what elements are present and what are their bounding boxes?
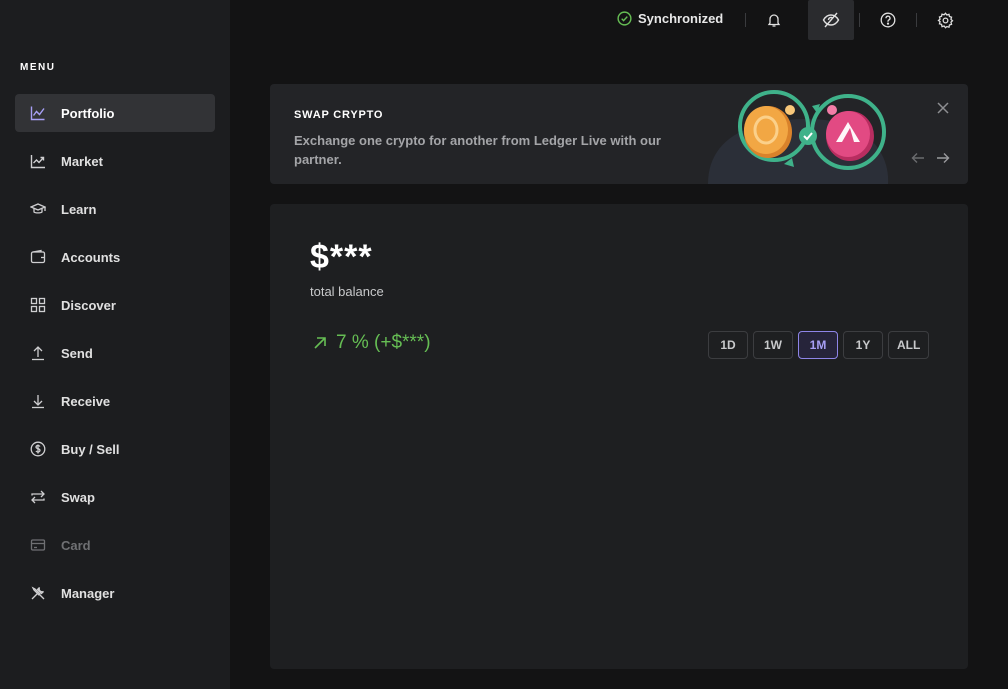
sidebar: MENU Portfolio Market Learn Accounts Dis…	[0, 0, 230, 689]
notifications-button[interactable]	[751, 0, 797, 40]
balance-change-value: 7 % (+$***)	[336, 332, 431, 353]
settings-icon	[936, 11, 953, 29]
wallet-icon	[30, 249, 46, 265]
sidebar-item-label: Accounts	[61, 249, 121, 265]
sidebar-item-send[interactable]: Send	[15, 334, 215, 372]
trend-icon	[30, 153, 46, 169]
previous-button[interactable]	[911, 151, 925, 170]
sidebar-item-card[interactable]: Card	[15, 526, 215, 564]
banner-title: SWAP CRYPTO	[294, 109, 384, 121]
sidebar-item-label: Learn	[61, 201, 97, 217]
range-selector: 1D 1W 1M 1Y ALL	[708, 331, 934, 359]
sidebar-item-label: Buy / Sell	[61, 441, 120, 457]
check-circle-icon	[617, 11, 632, 26]
settings-button[interactable]	[922, 0, 968, 40]
sync-status-label: Synchronized	[638, 11, 724, 26]
arrow-up-right-icon	[314, 337, 326, 349]
sidebar-item-market[interactable]: Market	[15, 142, 215, 180]
sidebar-item-label: Discover	[61, 297, 116, 313]
sidebar-item-swap[interactable]: Swap	[15, 478, 215, 516]
range-1d-button[interactable]: 1D	[708, 331, 748, 359]
close-button[interactable]	[936, 101, 950, 120]
sidebar-item-buy-sell[interactable]: Buy / Sell	[15, 430, 215, 468]
arrow-up-icon	[30, 345, 46, 361]
divider	[745, 13, 746, 27]
sidebar-item-label: Receive	[61, 393, 111, 409]
graduation-cap-icon	[30, 201, 46, 217]
sidebar-item-receive[interactable]: Receive	[15, 382, 215, 420]
arrow-right-icon	[937, 153, 950, 163]
total-balance-label: total balance	[310, 284, 384, 299]
range-1w-button[interactable]: 1W	[753, 331, 793, 359]
divider	[859, 13, 860, 27]
close-icon	[937, 102, 949, 114]
sidebar-nav: Portfolio Market Learn Accounts Discover	[15, 94, 215, 622]
hide-balances-button[interactable]	[808, 0, 854, 40]
sidebar-item-label: Market	[61, 153, 103, 169]
topbar: Synchronized	[230, 0, 1008, 40]
sidebar-item-learn[interactable]: Learn	[15, 190, 215, 228]
dollar-circle-icon	[30, 441, 46, 457]
sidebar-item-manager[interactable]: Manager	[15, 574, 215, 612]
tools-icon	[30, 585, 46, 601]
help-button[interactable]	[865, 0, 911, 40]
sidebar-item-portfolio[interactable]: Portfolio	[15, 94, 215, 132]
card-icon	[30, 537, 46, 553]
swap-arrows-icon	[30, 489, 46, 505]
balance-change: 7 % (+$***)	[312, 332, 431, 354]
chart-line-icon	[30, 105, 46, 121]
range-1y-button[interactable]: 1Y	[843, 331, 883, 359]
divider	[916, 13, 917, 27]
sync-status[interactable]: Synchronized	[617, 11, 723, 26]
swap-banner[interactable]: SWAP CRYPTO Exchange one crypto for anot…	[270, 84, 968, 184]
menu-label: MENU	[20, 62, 56, 73]
sidebar-item-label: Portfolio	[61, 105, 115, 121]
arrow-left-icon	[911, 153, 924, 163]
help-icon	[880, 12, 896, 28]
sidebar-item-label: Send	[61, 345, 93, 361]
bell-icon	[767, 14, 781, 27]
next-button[interactable]	[936, 151, 950, 170]
swap-illustration-icon	[708, 90, 889, 184]
sidebar-item-discover[interactable]: Discover	[15, 286, 215, 324]
arrow-down-icon	[30, 393, 46, 409]
sidebar-item-label: Card	[61, 537, 91, 553]
sidebar-item-label: Swap	[61, 489, 95, 505]
sidebar-item-label: Manager	[61, 585, 115, 601]
total-balance: $***	[310, 238, 373, 276]
range-all-button[interactable]: ALL	[888, 331, 930, 359]
grid-icon	[30, 297, 46, 313]
portfolio-card: $*** total balance 7 % (+$***) 1D 1W 1M …	[270, 204, 968, 669]
range-1m-button[interactable]: 1M	[798, 331, 838, 359]
eye-off-icon	[822, 12, 840, 28]
banner-description: Exchange one crypto for another from Led…	[294, 133, 661, 167]
sidebar-item-accounts[interactable]: Accounts	[15, 238, 215, 276]
